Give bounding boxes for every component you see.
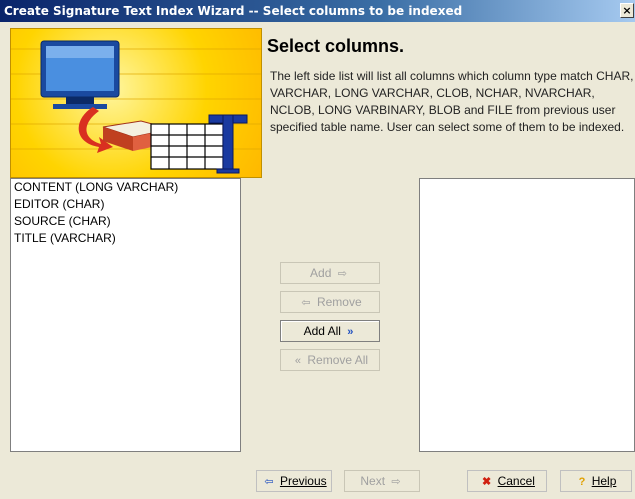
previous-button[interactable]: ⇦ Previous xyxy=(256,470,332,492)
next-button[interactable]: Next ⇨ xyxy=(344,470,420,492)
page-heading: Select columns. xyxy=(267,36,405,56)
list-item[interactable]: TITLE (VARCHAR) xyxy=(11,230,240,247)
list-item[interactable]: CONTENT (LONG VARCHAR) xyxy=(11,179,240,196)
page-description: The left side list will list all columns… xyxy=(270,69,634,134)
cancel-button[interactable]: ✖ Cancel xyxy=(467,470,547,492)
title-bar: Create Signature Text Index Wizard -- Se… xyxy=(0,0,635,22)
close-button[interactable]: × xyxy=(620,3,634,18)
list-item[interactable]: EDITOR (CHAR) xyxy=(11,196,240,213)
double-arrow-right-icon: » xyxy=(347,326,354,338)
question-mark-icon: ? xyxy=(578,476,586,488)
help-button[interactable]: ? Help xyxy=(560,470,632,492)
banner-illustration xyxy=(11,40,261,174)
available-columns-list[interactable]: CONTENT (LONG VARCHAR) EDITOR (CHAR) SOU… xyxy=(10,178,241,452)
add-button[interactable]: Add ⇨ xyxy=(280,262,380,284)
double-arrow-left-icon: « xyxy=(294,355,302,367)
arrow-right-icon: ⇨ xyxy=(337,268,347,280)
wizard-banner-image xyxy=(10,28,262,178)
add-all-button[interactable]: Add All » xyxy=(280,320,380,342)
next-arrow-icon: ⇨ xyxy=(391,476,401,488)
selected-columns-list[interactable] xyxy=(419,178,635,452)
remove-all-button[interactable]: « Remove All xyxy=(280,349,380,371)
remove-button[interactable]: ⇦ Remove xyxy=(280,291,380,313)
previous-arrow-icon: ⇦ xyxy=(264,476,274,488)
list-item[interactable]: SOURCE (CHAR) xyxy=(11,213,240,230)
arrow-left-icon: ⇦ xyxy=(301,297,311,309)
table-icon xyxy=(150,123,224,170)
window-title: Create Signature Text Index Wizard -- Se… xyxy=(4,4,463,18)
red-x-icon: ✖ xyxy=(482,476,492,488)
